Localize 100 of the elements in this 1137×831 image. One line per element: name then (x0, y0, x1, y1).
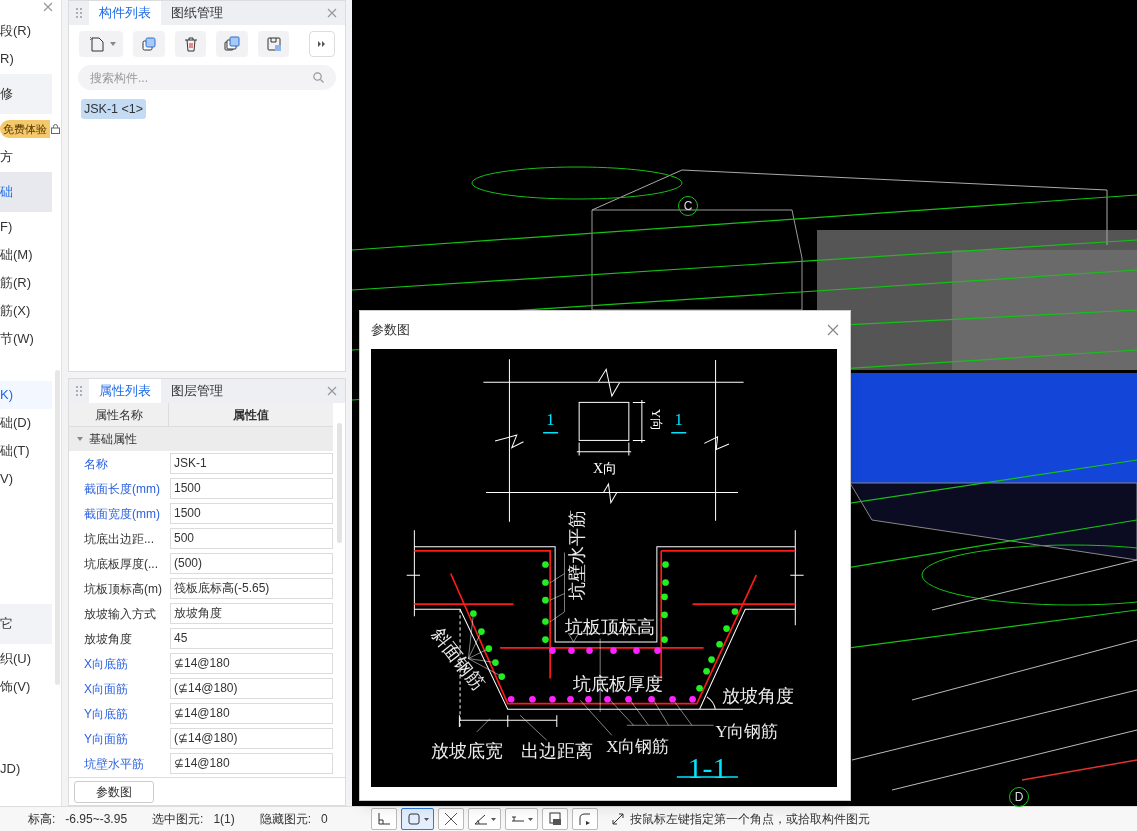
scrollbar[interactable] (55, 370, 60, 685)
property-value-field[interactable]: ⊈14@180 (170, 653, 333, 674)
caret-icon (110, 42, 117, 46)
property-name: 放坡角度 (83, 630, 133, 648)
sidebar-item[interactable]: 础(T) (0, 437, 52, 465)
diagram-label: 放坡角度 (721, 685, 794, 706)
toolbar-button[interactable] (400, 808, 434, 830)
search-field[interactable]: 搜索构件... (78, 65, 336, 90)
sidebar-group-header[interactable]: 它 (0, 604, 52, 644)
toolbar-button[interactable] (571, 808, 598, 830)
collapse-caret-icon[interactable] (77, 436, 83, 442)
close-icon[interactable] (43, 2, 53, 12)
hint-text: 按鼠标左键指定第一个角点，或拾取构件图元 (629, 811, 870, 828)
sidebar-item[interactable]: R) (0, 45, 52, 73)
dialog-title: 参数图 (371, 321, 410, 339)
sidebar-item[interactable]: K) (0, 381, 52, 409)
sidebar-group-header[interactable]: 础 (0, 172, 52, 212)
section-title: 1-1 (687, 750, 728, 784)
copy-icon (140, 35, 159, 53)
sidebar-item[interactable]: 段(R) (0, 17, 52, 45)
property-name: 名称 (83, 455, 109, 473)
toolbar-button[interactable] (467, 808, 501, 830)
sidebar-group-header[interactable]: 修 (0, 74, 52, 114)
status-label: 隐藏图元: (259, 811, 312, 828)
property-value-field[interactable]: JSK-1 (170, 453, 333, 474)
lock-icon (51, 124, 60, 134)
dimension-label: X向 (593, 460, 618, 476)
close-icon[interactable] (327, 386, 337, 396)
resize-arrows-icon (611, 813, 624, 825)
property-name: 截面长度(mm) (83, 480, 161, 498)
new-button[interactable] (79, 31, 124, 57)
caret-icon (490, 817, 496, 821)
panel-tab[interactable]: 图层管理 (161, 379, 233, 403)
toolbar-button[interactable] (541, 808, 568, 830)
caret-icon (527, 817, 533, 821)
diagram-label: 出边距离 (520, 740, 593, 761)
close-icon[interactable] (827, 324, 839, 336)
status-value: -6.95~-3.95 (65, 811, 128, 828)
sidebar-item[interactable]: 础(D) (0, 409, 52, 437)
column-header: 属性名称 (69, 403, 169, 426)
layer-copy-icon (223, 35, 242, 53)
property-name: Y向面筋 (83, 730, 129, 748)
copy-button[interactable] (133, 31, 165, 57)
delete-button[interactable] (174, 31, 207, 57)
sidebar-item[interactable]: 筋(X) (0, 297, 52, 325)
toolbar-button[interactable] (437, 808, 464, 830)
property-value-field[interactable]: 500 (170, 528, 333, 549)
drag-handle-icon[interactable] (75, 7, 83, 19)
parameter-diagram-button[interactable]: 参数图 (74, 780, 154, 803)
property-value-field[interactable]: ⊈14@180 (170, 753, 333, 774)
property-name: 坑壁水平筋 (83, 755, 145, 773)
orthogonal-icon (375, 811, 392, 827)
sidebar-item[interactable]: V) (0, 465, 52, 493)
sidebar-item[interactable]: F) (0, 213, 52, 241)
property-value-field[interactable]: 1500 (170, 478, 333, 499)
property-value-field[interactable]: ⊈14@180 (170, 703, 333, 724)
panel-tab[interactable]: 构件列表 (89, 1, 161, 25)
diagram-label: Y向钢筋 (715, 721, 779, 741)
drag-handle-icon[interactable] (75, 385, 83, 397)
group-label: 基础属性 (89, 431, 137, 448)
layer-copy-button[interactable] (216, 31, 248, 57)
diagram-label: 坑底板厚度 (572, 674, 663, 695)
cross-icon (442, 811, 459, 827)
sidebar-item[interactable]: JD) (0, 755, 52, 783)
property-value-field[interactable]: 放坡角度 (170, 603, 333, 624)
property-value-field[interactable]: (500) (170, 553, 333, 574)
panel-tab[interactable]: 图纸管理 (161, 1, 233, 25)
sidebar-item[interactable]: 方 (0, 143, 52, 171)
panel-tab[interactable]: 属性列表 (89, 379, 161, 403)
save-template-button[interactable] (257, 31, 290, 57)
status-value: 1(1) (213, 811, 235, 828)
caret-icon (423, 817, 429, 821)
new-file-icon (88, 35, 107, 53)
double-arrow-icon (318, 41, 327, 47)
property-value-field[interactable]: (⊈14@180) (170, 728, 333, 749)
arc-icon (576, 811, 593, 827)
status-label: 选中图元: (152, 811, 204, 828)
layer-icon (546, 811, 563, 827)
column-header: 属性值 (232, 406, 270, 424)
search-icon[interactable] (313, 72, 324, 83)
property-value-field[interactable]: 筏板底标高(-5.65) (170, 578, 333, 599)
diagram-label: 坑板顶标高 (565, 616, 656, 637)
property-name: 坑底板厚度(... (83, 555, 159, 573)
more-button[interactable] (309, 31, 335, 57)
property-name: 坑底出边距... (83, 530, 155, 548)
sidebar-item[interactable]: 饰(V) (0, 673, 52, 701)
section-mark: 1 (546, 409, 555, 429)
sidebar-item[interactable]: 筋(R) (0, 269, 52, 297)
property-value-field[interactable]: (⊈14@180) (170, 678, 333, 699)
sidebar-item[interactable]: 节(W) (0, 325, 52, 353)
property-value-field[interactable]: 45 (170, 628, 333, 649)
diagram-label: X向钢筋 (606, 737, 670, 757)
property-value-field[interactable]: 1500 (170, 503, 333, 524)
sidebar-item[interactable]: 织(U) (0, 645, 52, 673)
status-label: 标高: (28, 811, 56, 828)
component-item[interactable]: JSK-1 <1> (81, 99, 147, 119)
sidebar-item[interactable]: 础(M) (0, 241, 52, 269)
close-icon[interactable] (327, 8, 337, 18)
property-name: 放坡输入方式 (83, 605, 157, 623)
scrollbar[interactable] (337, 423, 342, 543)
